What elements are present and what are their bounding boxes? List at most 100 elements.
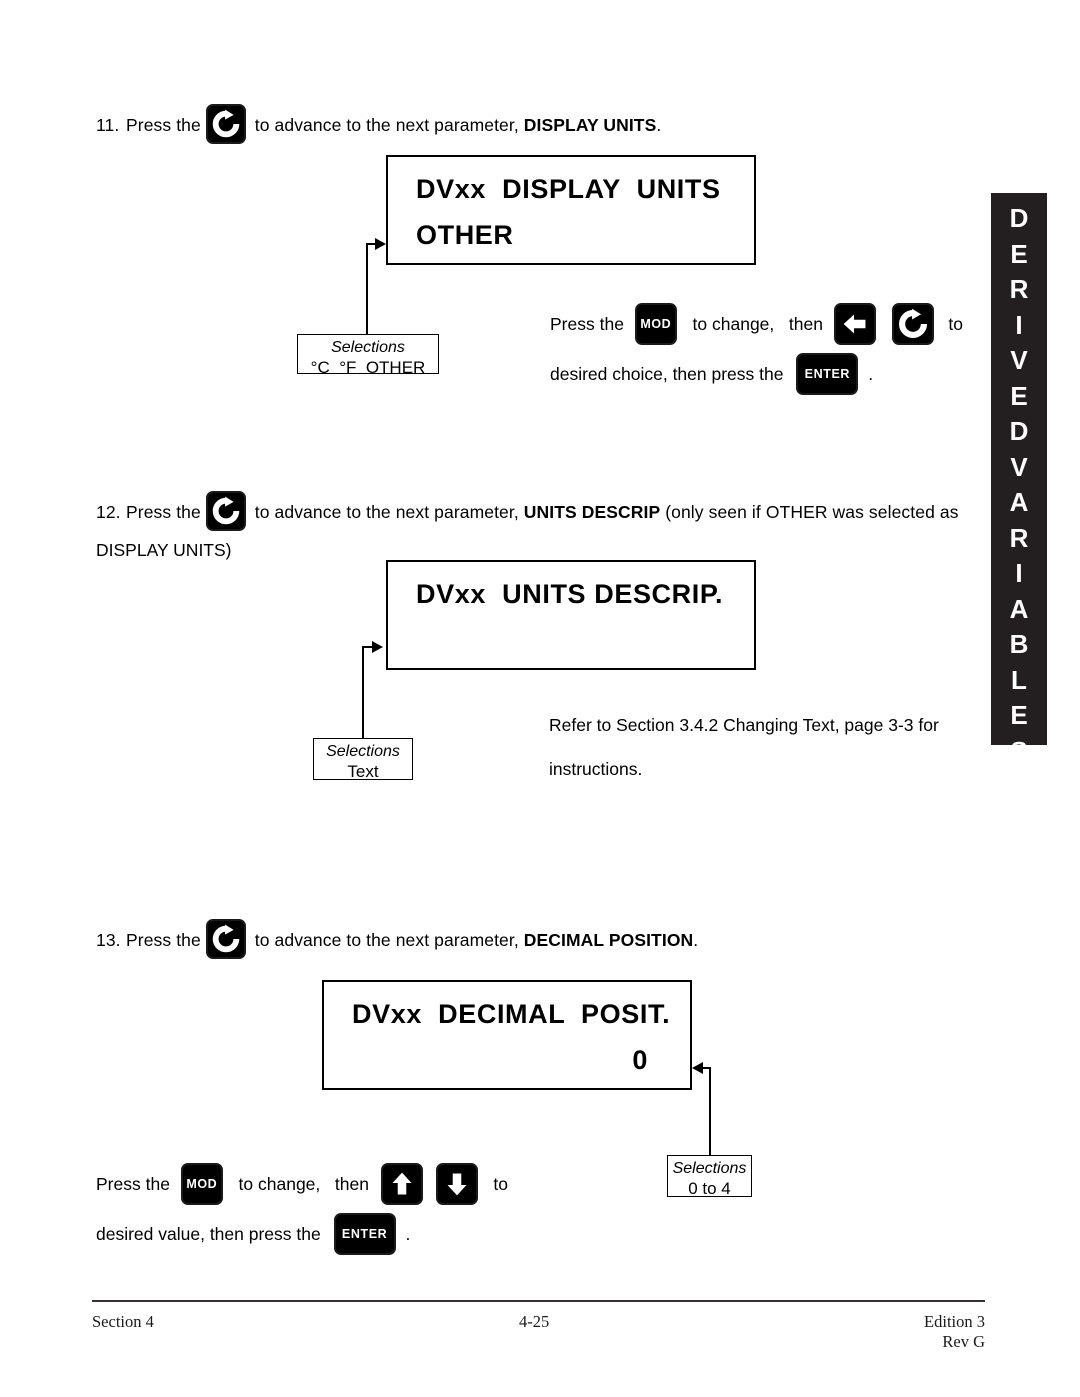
step-12-line: 12. Press the to advance to the next par… bbox=[96, 491, 959, 532]
step-11-line: 11. Press the to advance to the next par… bbox=[96, 104, 662, 145]
lcd-line-1: DVxx UNITS DESCRIP. bbox=[416, 579, 724, 609]
lcd-line-2: 0 bbox=[632, 1045, 648, 1075]
instruction-text: to bbox=[488, 1174, 509, 1194]
instruction-text: to change, then bbox=[687, 314, 823, 334]
step-12-continuation: DISPLAY UNITS) bbox=[96, 540, 232, 560]
up-arrow-glyph bbox=[392, 1172, 412, 1195]
connector-arrowhead bbox=[692, 1062, 703, 1074]
step-13-line: 13. Press the to advance to the next par… bbox=[96, 919, 699, 960]
enter-button[interactable]: ENTER bbox=[333, 1213, 396, 1256]
instruction-text: Press the bbox=[550, 314, 624, 334]
tab-letter: R bbox=[1009, 274, 1029, 304]
footer-revision: Rev G bbox=[942, 1332, 985, 1351]
tab-letter: E bbox=[1010, 238, 1028, 269]
lcd-units-descrip: DVxx UNITS DESCRIP. bbox=[386, 560, 756, 670]
tab-letter: V bbox=[1010, 345, 1028, 375]
step-12-text-after: to advance to the next parameter, bbox=[249, 502, 524, 522]
mod-button-label: MOD bbox=[186, 1177, 218, 1192]
instruction-decimal-posit-line2: desired value, then press the ENTER . bbox=[96, 1212, 410, 1256]
enter-button-label: ENTER bbox=[341, 1227, 388, 1242]
connector-arrowhead bbox=[375, 238, 386, 250]
step-11-parameter: DISPLAY UNITS bbox=[523, 115, 657, 135]
advance-circular-arrow-glyph bbox=[212, 924, 240, 953]
step-12-number: 12. bbox=[96, 502, 121, 522]
advance-circular-arrow-icon[interactable] bbox=[891, 303, 934, 346]
tab-letter: S bbox=[1010, 735, 1028, 766]
footer-rule bbox=[92, 1300, 985, 1302]
selections-value: 0 to 4 bbox=[688, 1179, 731, 1198]
left-arrow-glyph bbox=[843, 314, 866, 334]
instruction-units-descrip-line1: Refer to Section 3.4.2 Changing Text, pa… bbox=[549, 715, 939, 735]
instruction-decimal-posit-line1: Press the MOD to change, then to bbox=[96, 1162, 508, 1206]
advance-circular-arrow-glyph bbox=[212, 496, 240, 525]
tab-letter: D bbox=[1009, 416, 1029, 446]
step-11-text-after: to advance to the next parameter, bbox=[249, 115, 524, 135]
selections-display-units: Selections °C °F OTHER bbox=[297, 334, 439, 377]
selections-title: Selections bbox=[326, 743, 400, 760]
advance-circular-arrow-icon[interactable] bbox=[205, 491, 246, 531]
manual-page: D E R I V E D V A R I A B L E S 11. Pres… bbox=[0, 0, 1080, 1397]
step-13-text-after: to advance to the next parameter, bbox=[249, 930, 524, 950]
mod-button-label: MOD bbox=[640, 317, 672, 332]
connector-arrowhead bbox=[372, 641, 383, 653]
tab-letter: E bbox=[1010, 380, 1028, 411]
step-13-number: 13. bbox=[96, 930, 121, 950]
selections-title: Selections bbox=[331, 339, 405, 356]
step-11-trailing: . bbox=[656, 115, 662, 135]
lcd-display-units: DVxx DISPLAY UNITS OTHER bbox=[386, 155, 756, 265]
side-tab-derived-variables: D E R I V E D V A R I A B L E S bbox=[991, 193, 1047, 766]
step-12-parameter: UNITS DESCRIP bbox=[523, 502, 661, 522]
connector-vertical bbox=[362, 646, 365, 742]
step-13-text-before: Press the bbox=[126, 930, 201, 950]
footer-page-number: 4-25 bbox=[519, 1312, 550, 1331]
instruction-text: to change, then bbox=[233, 1174, 369, 1194]
selections-value: Text bbox=[347, 762, 379, 781]
selections-decimal-posit: Selections 0 to 4 bbox=[667, 1155, 752, 1198]
advance-circular-arrow-glyph bbox=[212, 109, 240, 138]
lcd-decimal-posit: DVxx DECIMAL POSIT. 0 bbox=[322, 980, 692, 1090]
step-12-text-before: Press the bbox=[126, 502, 201, 522]
lcd-line-2: OTHER bbox=[416, 220, 514, 250]
step-13-trailing: . bbox=[693, 930, 699, 950]
down-arrow-glyph bbox=[447, 1173, 467, 1196]
advance-circular-arrow-icon[interactable] bbox=[205, 104, 246, 144]
step-11-number: 11. bbox=[96, 115, 120, 135]
instruction-units-descrip-line2: instructions. bbox=[549, 759, 643, 779]
tab-letter: A bbox=[1009, 593, 1029, 624]
mod-button[interactable]: MOD bbox=[180, 1163, 223, 1206]
down-arrow-icon[interactable] bbox=[435, 1163, 478, 1206]
mod-button[interactable]: MOD bbox=[634, 303, 677, 346]
instruction-text: desired choice, then press the bbox=[550, 364, 784, 384]
selections-title: Selections bbox=[672, 1160, 747, 1177]
instruction-text: desired value, then press the bbox=[96, 1224, 321, 1244]
footer-edition: Edition 3 bbox=[924, 1312, 985, 1331]
tab-letter: B bbox=[1009, 629, 1029, 659]
instruction-text: to bbox=[943, 314, 964, 334]
up-arrow-icon[interactable] bbox=[380, 1163, 423, 1206]
selections-value: °C °F OTHER bbox=[310, 358, 426, 377]
advance-circular-arrow-glyph bbox=[898, 309, 927, 339]
enter-button[interactable]: ENTER bbox=[796, 353, 859, 396]
enter-button-label: ENTER bbox=[804, 367, 851, 382]
tab-letter: I bbox=[1015, 309, 1023, 340]
advance-circular-arrow-icon[interactable] bbox=[205, 919, 246, 959]
connector-vertical bbox=[709, 1067, 712, 1158]
tab-letter: A bbox=[1009, 487, 1029, 517]
instruction-text: Press the bbox=[96, 1174, 170, 1194]
tab-letter: V bbox=[1010, 451, 1028, 482]
tab-letter: L bbox=[1011, 664, 1027, 695]
tab-letter: E bbox=[1010, 700, 1028, 730]
instruction-display-units-line1: Press the MOD to change, then to bbox=[550, 302, 963, 346]
left-arrow-icon[interactable] bbox=[833, 303, 876, 346]
step-11-text-before: Press the bbox=[126, 115, 201, 135]
selections-units-descrip: Selections Text bbox=[313, 738, 413, 781]
step-12-trailing: (only seen if OTHER was selected as bbox=[660, 502, 959, 522]
instruction-display-units-line2: desired choice, then press the ENTER . bbox=[550, 352, 873, 396]
tab-letter: R bbox=[1009, 522, 1029, 553]
connector-vertical bbox=[366, 243, 369, 335]
tab-letter: I bbox=[1015, 558, 1023, 588]
tab-letter: D bbox=[1009, 203, 1029, 233]
footer-section: Section 4 bbox=[92, 1312, 154, 1331]
step-13-parameter: DECIMAL POSITION bbox=[523, 930, 694, 950]
instruction-text: . bbox=[868, 364, 874, 384]
